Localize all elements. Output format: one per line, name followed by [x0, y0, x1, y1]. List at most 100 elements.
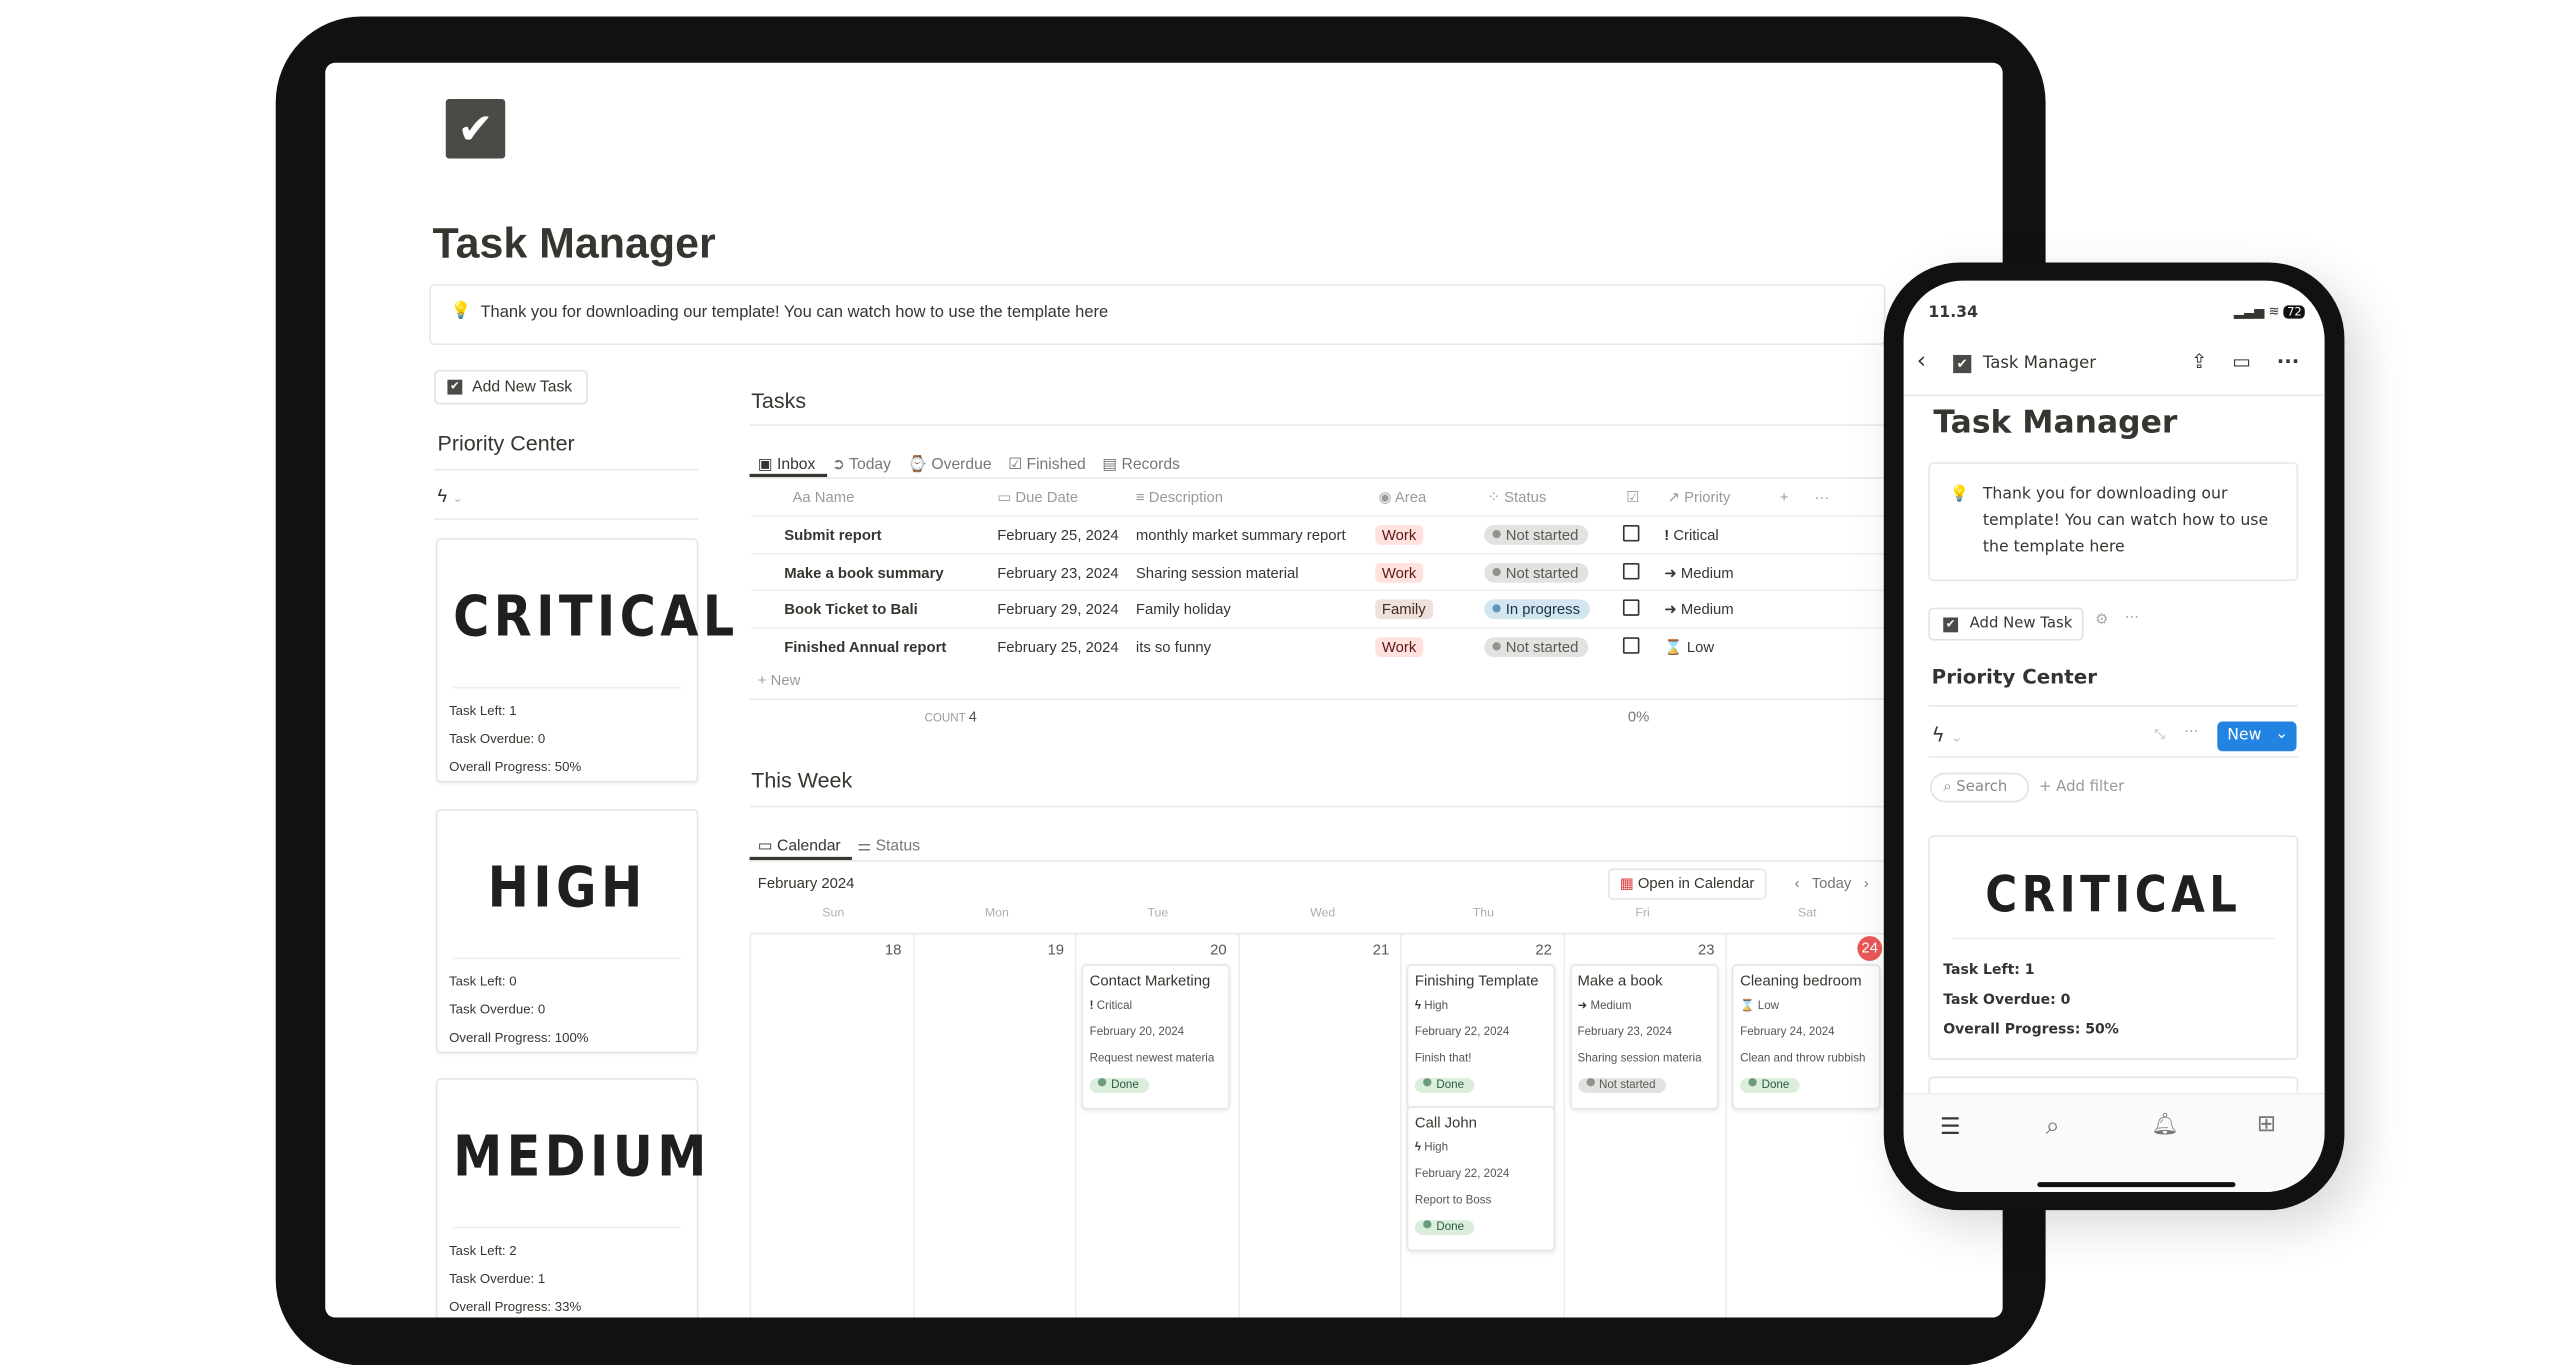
new-row-button[interactable]: + New — [758, 672, 801, 689]
expand-icon[interactable]: ⤡ — [2155, 726, 2166, 743]
done-checkbox[interactable] — [1622, 562, 1640, 579]
divider — [749, 477, 1889, 479]
column-name[interactable]: Aa Name — [792, 489, 854, 506]
checkbox-page-icon: ✔ — [445, 99, 506, 159]
count-footer: COUNT 4 — [924, 708, 977, 725]
tab-inbox[interactable]: ▣ Inbox — [758, 456, 816, 474]
more-icon[interactable]: ··· — [2125, 611, 2139, 628]
open-in-calendar-button[interactable]: ▦ Open in Calendar — [1608, 868, 1766, 900]
priority-icon: ϟ — [1414, 1142, 1422, 1155]
add-filter-button[interactable]: + Add filter — [2039, 779, 2124, 796]
task-name[interactable]: Finished Annual report — [784, 638, 946, 655]
task-name[interactable]: Submit report — [784, 527, 881, 544]
status-pill: Not started — [1484, 562, 1589, 582]
page-title: Task Manager — [1933, 404, 2178, 441]
lightbulb-icon: 💡 — [450, 302, 472, 321]
tab-today[interactable]: ➲ Today — [832, 456, 891, 474]
calendar-event[interactable]: Finishing Template ϟ High February 22, 2… — [1406, 964, 1556, 1110]
view-switcher[interactable]: ϟ ⌄ — [438, 487, 464, 507]
column-priority[interactable]: ↗ Priority — [1668, 489, 1731, 507]
new-button[interactable]: New ⌄ — [2217, 721, 2297, 752]
area-tag: Work — [1375, 525, 1423, 545]
table-row[interactable]: Make a book summary February 23, 2024 Sh… — [751, 552, 1888, 588]
calendar-event[interactable]: Cleaning bedroom ⌛ Low February 24, 2024… — [1731, 964, 1881, 1110]
priority-card-critical[interactable]: CRITICAL Task Left: 1 Task Overdue: 0 Ov… — [1928, 835, 2299, 1060]
calendar-day[interactable]: 21 — [1237, 934, 1399, 1318]
status-dot — [1492, 529, 1501, 539]
calendar-event[interactable]: Call John ϟ High February 22, 2024 Repor… — [1406, 1106, 1556, 1252]
status-dot — [1748, 1078, 1757, 1087]
next-icon[interactable]: › — [1864, 875, 1869, 892]
tab-status[interactable]: ⚌ Status — [857, 837, 920, 855]
column-checkbox[interactable]: ☑ — [1626, 489, 1639, 507]
add-new-task-button[interactable]: ✔ Add New Task — [1928, 607, 2084, 641]
column-due-date[interactable]: ▭ Due Date — [997, 489, 1078, 507]
priority-card-high[interactable]: HIGH Task Left: 0 Task Overdue: 0 Overall … — [435, 808, 699, 1054]
status-dot — [1492, 641, 1501, 650]
column-status[interactable]: ⁘ Status — [1488, 489, 1547, 507]
wifi-icon: ≋ — [2268, 303, 2280, 319]
priority-label: Low — [1757, 1000, 1779, 1013]
priority-icon: ➜ — [1664, 563, 1677, 581]
list-icon[interactable]: ☰ — [1940, 1114, 1961, 1140]
bell-icon[interactable]: 🔔︎ — [2151, 1113, 2178, 1138]
lightning-icon: ϟ — [437, 487, 448, 507]
priority-label: Critical — [1673, 526, 1719, 544]
table-row[interactable]: Submit report February 25, 2024 monthly … — [751, 515, 1888, 551]
calendar-day[interactable]: 19 — [912, 934, 1074, 1318]
chevron-down-icon[interactable]: ⌄ — [2275, 725, 2288, 743]
today-button[interactable]: Today — [1812, 875, 1852, 892]
priority-card-critical[interactable]: CRITICAL Task Left: 1 Task Overdue: 0 Over… — [435, 538, 734, 783]
priority-label: Medium — [1590, 1000, 1632, 1013]
button-label: Add New Task — [1969, 615, 2073, 633]
more-icon[interactable]: ··· — [2277, 350, 2300, 373]
tasks-tabs: ▣ Inbox ➲ Today ⌚ Overdue ☑ Finished ▤ Recor… — [758, 447, 1197, 477]
column-description[interactable]: ≡ Description — [1136, 489, 1223, 506]
done-checkbox[interactable] — [1622, 525, 1640, 542]
status-label: Done — [1761, 1079, 1790, 1092]
comment-icon[interactable]: ▭ — [2232, 350, 2251, 373]
more-icon[interactable]: ··· — [1814, 489, 1829, 506]
tab-overdue[interactable]: ⌚ Overdue — [908, 456, 992, 474]
calendar-event[interactable]: Contact Marketing ! Critical February 20… — [1081, 964, 1230, 1110]
done-checkbox[interactable] — [1622, 599, 1640, 616]
done-checkbox[interactable] — [1622, 636, 1640, 653]
divider — [749, 698, 1889, 701]
column-area[interactable]: ◉ Area — [1379, 489, 1427, 507]
search-icon[interactable]: ⌕ — [2046, 1111, 2060, 1141]
calendar-day[interactable]: 18 — [749, 934, 912, 1318]
weekday-label: Tue — [1147, 904, 1169, 920]
calendar-event[interactable]: Make a book ➜ Medium February 23, 2024 S… — [1569, 964, 1718, 1110]
callout: 💡 Thank you for downloading our template!… — [1928, 462, 2299, 582]
callout-text[interactable]: Thank you for downloading our template! … — [1983, 485, 2268, 556]
tab-finished[interactable]: ☑ Finished — [1008, 456, 1086, 474]
task-name[interactable]: Make a book summary — [784, 564, 943, 581]
status-pill: Done — [1414, 1220, 1474, 1235]
prev-icon[interactable]: ‹ — [1795, 875, 1800, 892]
view-switcher[interactable]: ϟ ⌄ — [1932, 723, 1962, 746]
tab-calendar[interactable]: ▭ Calendar — [758, 837, 841, 855]
table-row[interactable]: Finished Annual report February 25, 2024… — [751, 626, 1888, 663]
add-page-icon[interactable]: ⊞ — [2257, 1111, 2276, 1137]
share-icon[interactable]: ⇪ — [2191, 350, 2208, 373]
button-label: Add filter — [2056, 779, 2125, 796]
add-column-icon[interactable]: + — [1780, 489, 1789, 506]
callout-text[interactable]: Thank you for downloading our template! … — [480, 304, 1108, 322]
add-new-task-button[interactable]: ✔ Add New Task — [434, 369, 588, 405]
search-input[interactable]: ⌕ Search — [1930, 772, 2030, 803]
more-icon[interactable]: ··· — [2184, 725, 2198, 742]
priority-icon: ϟ — [1414, 1000, 1422, 1013]
back-icon[interactable]: ‹ — [1917, 348, 1926, 374]
home-indicator — [2037, 1182, 2236, 1188]
gear-icon[interactable]: ⚙ — [2095, 613, 2108, 630]
battery-icon: 72 — [2283, 305, 2306, 319]
status-label: In progress — [1505, 600, 1581, 618]
table-row[interactable]: Book Ticket to Bali February 29, 2024 Fa… — [751, 589, 1888, 625]
area-tag: Work — [1375, 562, 1423, 582]
divider — [434, 518, 699, 521]
tab-records[interactable]: ▤ Records — [1102, 456, 1180, 474]
task-name[interactable]: Book Ticket to Bali — [784, 601, 917, 618]
priority-icon: ! — [1664, 526, 1670, 544]
priority-card-medium[interactable]: MEDIUM Task Left: 2 Task Overdue: 1 Overal… — [435, 1078, 706, 1318]
status-icons: ▂▃▅ ≋ 72 — [2234, 303, 2306, 319]
